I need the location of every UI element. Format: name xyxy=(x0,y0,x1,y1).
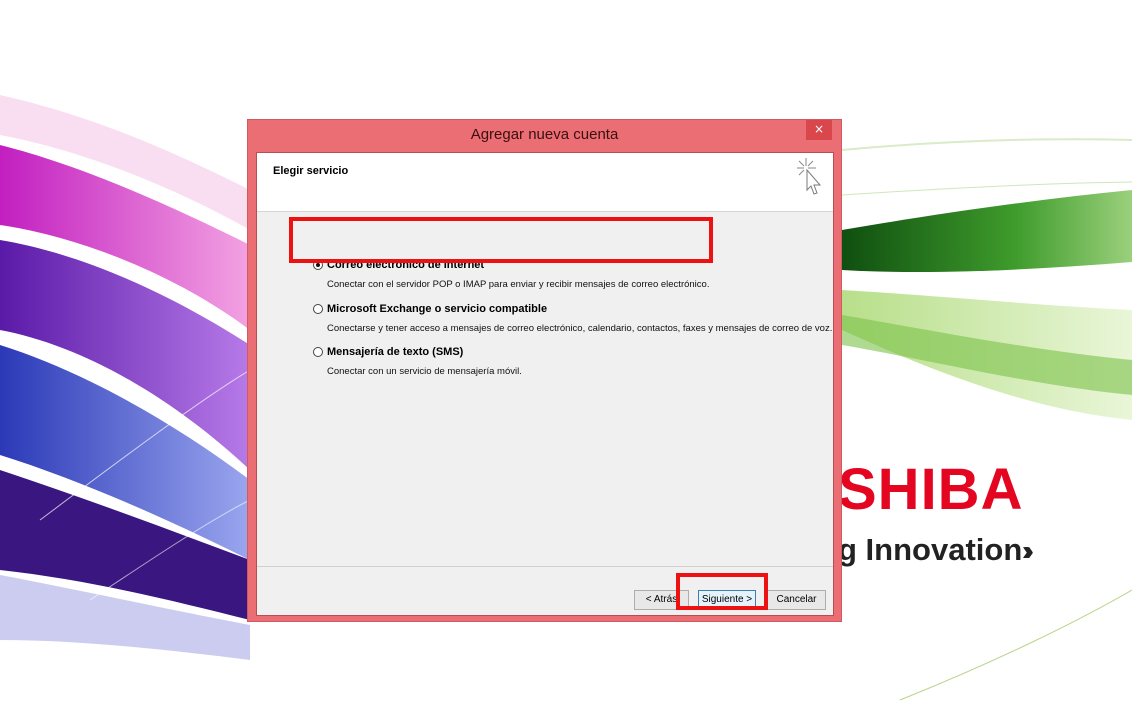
brand-tagline: g Innovation xyxy=(838,532,1023,567)
add-account-dialog: Agregar nueva cuenta × Elegir servicio C… xyxy=(247,119,842,622)
dialog-title: Agregar nueva cuenta xyxy=(470,126,619,143)
close-icon: × xyxy=(813,122,825,136)
wizard-step-title: Elegir servicio xyxy=(273,165,349,177)
wizard-cursor-icon xyxy=(797,158,822,195)
dialog-titlebar[interactable]: Agregar nueva cuenta × xyxy=(248,120,841,153)
option-description: Conectarse y tener acceso a mensajes de … xyxy=(327,323,833,334)
close-button[interactable]: × xyxy=(806,120,832,140)
option-label[interactable]: Microsoft Exchange o servicio compatible xyxy=(327,303,547,315)
radio-icon[interactable] xyxy=(313,347,323,357)
radio-icon[interactable] xyxy=(313,304,323,314)
wizard-header: Elegir servicio xyxy=(257,153,833,212)
brand-logo-text: SHIBA xyxy=(838,457,1024,522)
highlight-box-next-button xyxy=(676,573,768,610)
option-label[interactable]: Mensajería de texto (SMS) xyxy=(327,346,463,358)
footer-divider xyxy=(257,566,833,567)
cancel-button[interactable]: Cancelar xyxy=(767,590,826,610)
highlight-box-internet-email xyxy=(289,217,713,263)
brand-chevrons: ››› xyxy=(1022,535,1034,566)
option-description: Conectar con un servicio de mensajería m… xyxy=(327,366,522,377)
option-description: Conectar con el servidor POP o IMAP para… xyxy=(327,279,710,290)
